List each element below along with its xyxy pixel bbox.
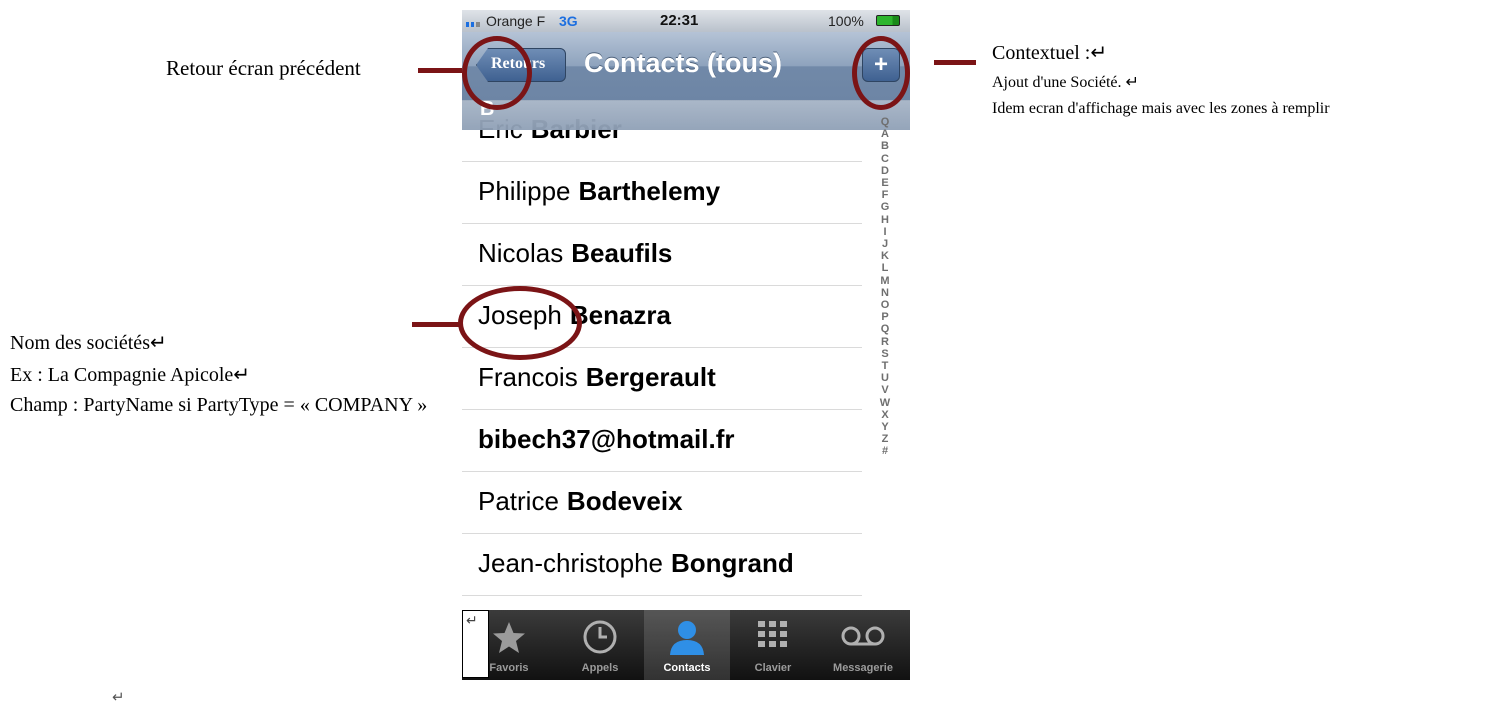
carrier-label: Orange F [486,13,546,29]
tab-label: Contacts [663,662,711,674]
index-letter[interactable]: D [874,165,896,177]
index-letter[interactable]: E [874,177,896,189]
return-mark: ↵ [112,690,125,706]
contact-row[interactable]: Nicolas Beaufils [462,224,862,286]
clock-label: 22:31 [660,12,699,29]
tab-bar: Favoris Appels Contacts Clavier Messager… [462,610,910,680]
text-cursor-box: ↵ [462,610,489,678]
status-bar: Orange F 3G 22:31 100% [462,10,910,32]
contact-last-name: Bongrand [671,548,794,578]
contact-first-name: Francois [478,362,578,392]
index-letter[interactable]: L [874,262,896,274]
tab-label: Appels [581,662,619,674]
search-icon[interactable]: Q [874,116,896,128]
tab-label: Messagerie [833,662,893,674]
index-letter[interactable]: M [874,275,896,287]
add-button-highlight-ring [852,36,910,110]
index-letter[interactable]: X [874,409,896,421]
contact-row[interactable]: Patrice Bodeveix [462,472,862,534]
company-annotation-line1: Nom des sociétés↵ [10,332,167,354]
index-letter[interactable]: G [874,201,896,213]
index-letter[interactable]: K [874,250,896,262]
context-annotation-line2: Idem ecran d'affichage mais avec les zon… [992,100,1330,117]
index-letter[interactable]: H [874,214,896,226]
company-name-highlight-ring [458,286,582,360]
index-letter[interactable]: # [874,445,896,457]
index-letter[interactable]: Y [874,421,896,433]
context-annotation-title: Contextuel :↵ [992,42,1108,64]
index-letter[interactable]: V [874,384,896,396]
contact-last-name: Barthelemy [578,176,721,206]
keypad-icon [758,621,787,647]
index-letter[interactable]: T [874,360,896,372]
context-annotation-line1: Ajout d'une Société. ↵ [992,74,1139,91]
person-icon [670,621,704,655]
index-letter[interactable]: Z [874,433,896,445]
contact-first-name: Nicolas [478,238,564,268]
contact-email: bibech37@hotmail.fr [478,424,735,454]
section-header: B [462,98,910,130]
battery-label: 100% [828,13,864,29]
contact-row[interactable]: Jean-christophe Bongrand [462,534,862,596]
index-letter[interactable]: W [874,397,896,409]
tab-label: Clavier [754,662,792,674]
company-annotation-line3: Champ : PartyName si PartyType = « COMPA… [10,394,428,416]
index-letter[interactable]: Q [874,323,896,335]
tab-appels[interactable]: Appels [557,610,643,680]
index-letter[interactable]: N [874,287,896,299]
contact-row[interactable]: bibech37@hotmail.fr [462,410,862,472]
signal-icon [466,22,480,27]
index-letter[interactable]: I [874,226,896,238]
clock-icon [583,620,617,654]
network-label: 3G [559,13,578,29]
voicemail-icon [841,626,885,646]
alphabet-index[interactable]: Q A B C D E F G H I J K L M N O P Q R S … [874,116,896,458]
contact-row[interactable]: Philippe Barthelemy [462,162,862,224]
contact-first-name: Philippe [478,176,571,206]
index-letter[interactable]: F [874,189,896,201]
index-letter[interactable]: B [874,140,896,152]
tab-messagerie[interactable]: Messagerie [820,610,906,680]
battery-icon [876,15,900,26]
contact-last-name: Bodeveix [566,486,683,516]
index-letter[interactable]: O [874,299,896,311]
contact-first-name: Jean-christophe [478,548,663,578]
star-icon [493,622,525,653]
contact-last-name: Benazra [569,300,671,330]
contact-last-name: Beaufils [571,238,673,268]
index-letter[interactable]: P [874,311,896,323]
index-letter[interactable]: C [874,153,896,165]
tab-clavier[interactable]: Clavier [730,610,816,680]
contact-first-name: Patrice [478,486,559,516]
contact-last-name: Bergerault [585,362,716,392]
tab-contacts[interactable]: Contacts [644,610,730,680]
tabbar-return-mark: ↵ [466,614,478,629]
nav-title: Contacts (tous) [584,48,782,78]
context-annotation-line [934,60,976,65]
index-letter[interactable]: U [874,372,896,384]
index-letter[interactable]: A [874,128,896,140]
index-letter[interactable]: J [874,238,896,250]
index-letter[interactable]: R [874,336,896,348]
back-button-highlight-ring [462,36,532,110]
back-annotation: Retour écran précédent [166,56,361,80]
index-letter[interactable]: S [874,348,896,360]
company-annotation-line [412,322,464,327]
company-annotation-line2: Ex : La Compagnie Apicole↵ [10,364,251,386]
